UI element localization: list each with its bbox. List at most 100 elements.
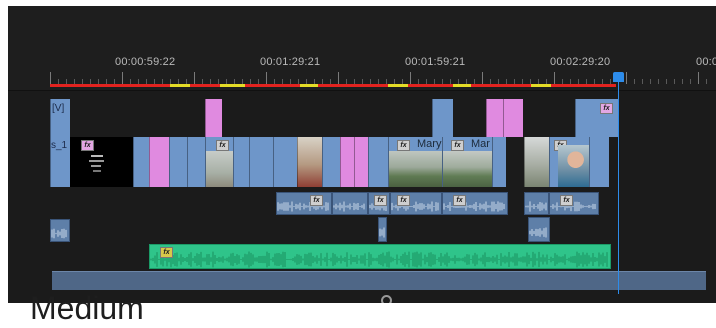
waveform-icon xyxy=(51,228,67,239)
black-clip[interactable] xyxy=(108,137,133,187)
track-label: s_1 xyxy=(51,140,68,151)
fx-badge: fx xyxy=(397,195,410,206)
ruler-tick xyxy=(122,72,123,84)
video-clip[interactable]: fx xyxy=(549,137,590,187)
fx-badge: fx xyxy=(160,247,173,258)
work-area-segment xyxy=(551,84,616,87)
ruler-tick xyxy=(266,72,267,84)
waveform-icon xyxy=(550,201,596,212)
timecode-label: 00:01:59:21 xyxy=(405,56,466,68)
video-clip[interactable] xyxy=(187,137,205,187)
time-ruler[interactable]: 00:00:59:22 00:01:29:21 00:01:59:21 00:0… xyxy=(8,6,716,91)
video-clip[interactable] xyxy=(492,137,506,187)
clip-thumbnail xyxy=(443,151,493,187)
audio-track-3: fx xyxy=(8,244,716,271)
video-clip-pink[interactable] xyxy=(503,99,523,137)
timecode-label: 00:01:29:21 xyxy=(260,56,321,68)
waveform-icon xyxy=(529,227,547,238)
waveform-icon xyxy=(525,201,547,212)
fx-badge: fx xyxy=(451,140,464,151)
fx-badge: fx xyxy=(600,103,613,114)
ruler-tick xyxy=(698,72,699,84)
audio-clip[interactable]: fx xyxy=(368,192,390,215)
fx-badge: fx xyxy=(453,195,466,206)
fx-badge: fx xyxy=(397,140,410,151)
waveform-icon xyxy=(379,227,385,238)
clip-name: Mary xyxy=(417,138,442,150)
ruler-tick xyxy=(674,79,675,84)
video-clip-pink[interactable] xyxy=(340,137,354,187)
ruler-tick xyxy=(682,79,683,84)
video-clip-pink[interactable] xyxy=(149,137,169,187)
video-clip-thumbnail[interactable] xyxy=(297,137,322,187)
video-clip[interactable]: fx xyxy=(205,137,234,187)
track-label: [V] xyxy=(52,103,65,114)
video-clip[interactable]: fx Mar xyxy=(442,137,493,187)
ruler-tick xyxy=(410,72,411,84)
title-clip[interactable]: fx xyxy=(70,137,108,187)
video-track-2: [V] fx xyxy=(8,99,716,137)
work-area-segment xyxy=(408,84,453,87)
video-clip[interactable]: s_1 xyxy=(50,137,70,187)
music-clip[interactable]: fx xyxy=(149,244,611,269)
ruler-tick xyxy=(642,79,643,84)
ruler-tick xyxy=(650,79,651,84)
ruler-tick xyxy=(658,79,659,84)
video-clip[interactable] xyxy=(169,137,187,187)
audio-clip[interactable] xyxy=(524,192,549,215)
fx-badge: fx xyxy=(374,195,387,206)
timecode-label: 00:02:29:20 xyxy=(550,56,611,68)
video-clip[interactable]: fx xyxy=(575,99,619,137)
waveform-icon xyxy=(150,251,608,268)
playhead-line[interactable] xyxy=(618,82,619,294)
work-area-segment xyxy=(300,84,318,87)
work-area-segment xyxy=(245,84,300,87)
video-clip[interactable] xyxy=(368,137,388,187)
video-clip[interactable] xyxy=(133,137,149,187)
timecode-label: 00:00:59:22 xyxy=(115,56,176,68)
fx-badge: fx xyxy=(310,195,323,206)
work-area-segment xyxy=(220,84,245,87)
ruler-tick xyxy=(338,72,339,84)
waveform-icon xyxy=(333,201,365,212)
video-clip-pink[interactable] xyxy=(205,99,222,137)
video-clip[interactable]: [V] xyxy=(50,99,70,137)
clip-name: Mar xyxy=(471,138,490,150)
audio-clip[interactable]: fx xyxy=(549,192,599,215)
video-clip[interactable] xyxy=(233,137,249,187)
work-area-segment xyxy=(471,84,531,87)
video-clip[interactable] xyxy=(322,137,340,187)
video-clip[interactable] xyxy=(249,137,273,187)
ruler-tick xyxy=(554,72,555,84)
playhead-handle[interactable] xyxy=(613,72,624,82)
video-clip[interactable] xyxy=(432,99,453,137)
audio-clip[interactable] xyxy=(332,192,368,215)
audio-clip[interactable]: fx xyxy=(276,192,332,215)
timeline-scrollbar[interactable] xyxy=(52,271,706,290)
clip-thumbnail xyxy=(558,145,590,187)
ruler-tick xyxy=(626,72,627,84)
ruler-tick xyxy=(194,72,195,84)
ruler-tick xyxy=(482,72,483,84)
ruler-tick xyxy=(50,72,51,84)
zoom-slider-handle[interactable] xyxy=(381,295,392,303)
fx-badge: fx xyxy=(216,140,229,151)
video-clip-pink[interactable] xyxy=(354,137,368,187)
audio-clip[interactable] xyxy=(528,217,550,242)
video-clip[interactable]: fx Mary xyxy=(388,137,443,187)
audio-clip[interactable]: fx xyxy=(390,192,442,215)
audio-track-1: fx fx fx fx fx xyxy=(8,190,716,217)
audio-clip[interactable] xyxy=(378,217,387,242)
audio-track-2 xyxy=(8,217,716,244)
timecode-label: 00:0 xyxy=(696,56,716,68)
video-clip[interactable] xyxy=(273,137,297,187)
ruler-tick xyxy=(634,79,635,84)
audio-clip[interactable]: fx xyxy=(442,192,508,215)
timeline-panel: 00:00:59:22 00:01:29:21 00:01:59:21 00:0… xyxy=(8,6,716,303)
work-area-segment xyxy=(190,84,220,87)
work-area-segment xyxy=(531,84,551,87)
video-clip[interactable] xyxy=(589,137,609,187)
video-clip-thumbnail[interactable] xyxy=(524,137,549,187)
video-clip-pink[interactable] xyxy=(486,99,503,137)
audio-clip[interactable] xyxy=(50,219,70,242)
